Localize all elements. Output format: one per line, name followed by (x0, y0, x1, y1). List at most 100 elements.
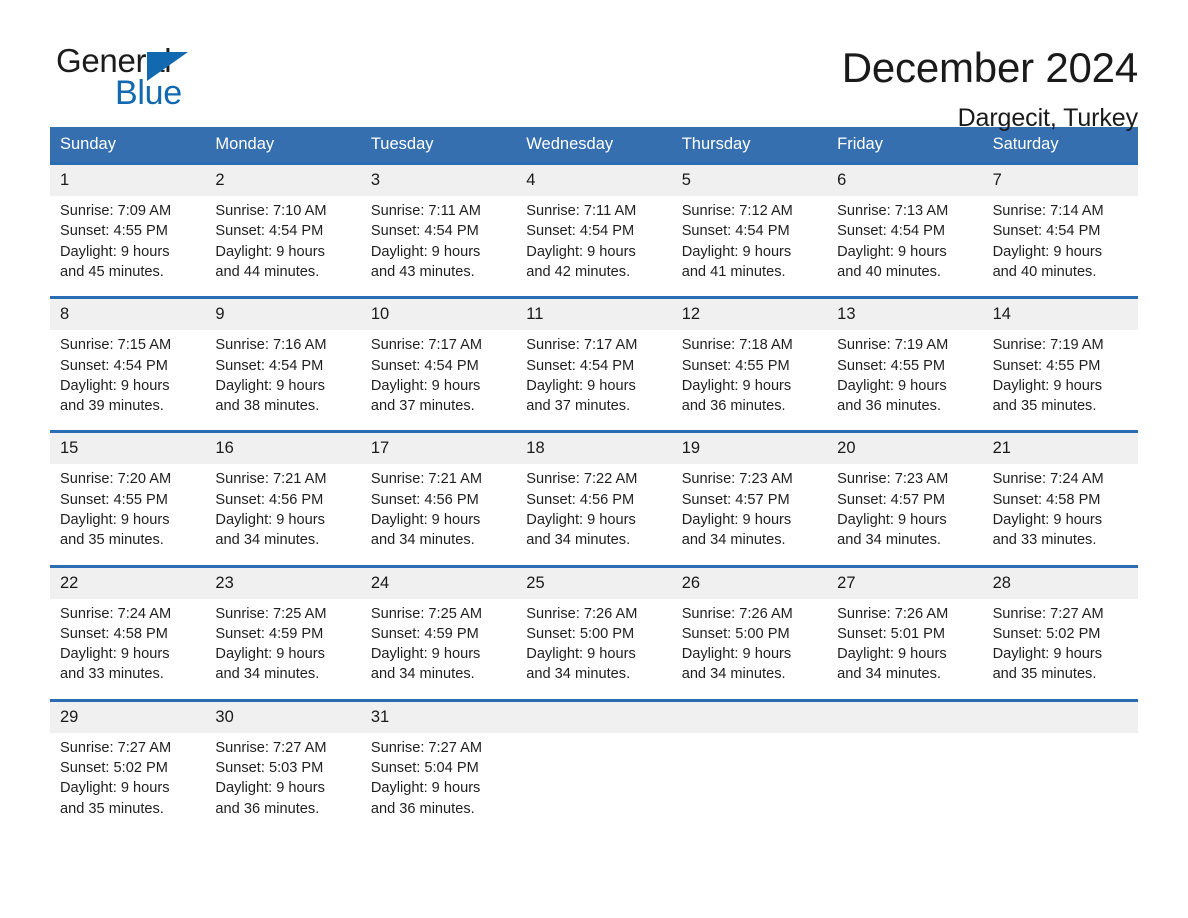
daylight-text-line2: and 34 minutes. (681, 666, 786, 683)
day-cell: Sunrise: 7:21 AM Sunset: 4:56 PM Dayligh… (361, 469, 516, 550)
sunset-text: Sunset: 5:02 PM (992, 625, 1101, 642)
day-number: 4 (526, 171, 536, 190)
sunset-text: Sunset: 4:54 PM (837, 223, 946, 240)
sunrise-text: Sunrise: 7:21 AM (370, 471, 482, 488)
daylight-text-line2: and 40 minutes. (837, 264, 941, 280)
day-number-empty (983, 702, 1138, 733)
day-number-band: 1 2 3 4 5 6 7 (50, 165, 1138, 197)
day-number: 3 (370, 171, 381, 190)
daylight-text-line2: and 42 minutes. (526, 264, 631, 280)
sunset-text: Sunset: 4:54 PM (370, 223, 479, 240)
day-cell: Sunrise: 7:10 AM Sunset: 4:54 PM Dayligh… (205, 201, 360, 282)
day-cell: Sunrise: 7:27 AM Sunset: 5:02 PM Dayligh… (983, 604, 1138, 685)
day-cell: Sunrise: 7:11 AM Sunset: 4:54 PM Dayligh… (361, 201, 516, 282)
day-number: 9 (215, 305, 225, 324)
day-number: 1 (60, 171, 70, 190)
daylight-text-line1: Daylight: 9 hours (370, 646, 481, 663)
calendar-week-row: 15 16 17 18 19 20 21 Sunrise: 7:20 AM Su… (50, 430, 1138, 565)
sunrise-text: Sunrise: 7:26 AM (526, 605, 638, 622)
sunset-text: Sunset: 5:01 PM (837, 625, 946, 642)
day-detail-row: Sunrise: 7:15 AM Sunset: 4:54 PM Dayligh… (50, 330, 1138, 431)
day-cell: Sunrise: 7:22 AM Sunset: 4:56 PM Dayligh… (516, 469, 671, 550)
daylight-text-line2: and 35 minutes. (60, 800, 164, 817)
day-number: 6 (837, 171, 847, 190)
sunrise-text: Sunrise: 7:25 AM (215, 605, 327, 622)
day-cell: Sunrise: 7:15 AM Sunset: 4:54 PM Dayligh… (50, 335, 205, 416)
sunrise-text: Sunrise: 7:23 AM (837, 471, 949, 488)
sunrise-text: Sunrise: 7:17 AM (526, 337, 638, 354)
day-cell: Sunrise: 7:24 AM Sunset: 4:58 PM Dayligh… (983, 469, 1138, 550)
daylight-text-line1: Daylight: 9 hours (526, 646, 636, 663)
sunset-text: Sunset: 4:57 PM (837, 491, 946, 508)
calendar-grid: Sunday Monday Tuesday Wednesday Thursday… (50, 127, 1138, 833)
day-cell-empty (827, 738, 982, 819)
daylight-text-line1: Daylight: 9 hours (837, 512, 947, 529)
day-number: 8 (60, 305, 70, 324)
day-number: 22 (60, 573, 79, 592)
daylight-text-line2: and 37 minutes. (370, 398, 475, 415)
day-cell: Sunrise: 7:25 AM Sunset: 4:59 PM Dayligh… (361, 604, 516, 685)
daylight-text-line2: and 45 minutes. (60, 264, 164, 280)
daylight-text-line2: and 44 minutes. (215, 264, 320, 280)
sunset-text: Sunset: 5:00 PM (526, 625, 635, 642)
sunrise-text: Sunrise: 7:13 AM (837, 203, 949, 220)
daylight-text-line1: Daylight: 9 hours (60, 780, 170, 797)
sunrise-text: Sunrise: 7:10 AM (215, 203, 327, 220)
day-cell: Sunrise: 7:17 AM Sunset: 4:54 PM Dayligh… (516, 335, 671, 416)
daylight-text-line1: Daylight: 9 hours (837, 377, 947, 394)
daylight-text-line1: Daylight: 9 hours (837, 243, 947, 260)
calendar-week-row: 8 9 10 11 12 13 14 Sunrise: 7:15 AM Suns… (50, 296, 1138, 431)
daylight-text-line2: and 36 minutes. (837, 398, 941, 415)
day-number: 27 (837, 573, 856, 592)
daylight-text-line1: Daylight: 9 hours (526, 243, 636, 260)
daylight-text-line2: and 35 minutes. (992, 398, 1097, 415)
daylight-text-line2: and 37 minutes. (526, 398, 631, 415)
sunrise-text: Sunrise: 7:27 AM (60, 739, 172, 756)
daylight-text-line2: and 38 minutes. (215, 398, 320, 415)
sunrise-text: Sunrise: 7:27 AM (992, 605, 1104, 622)
daylight-text-line1: Daylight: 9 hours (60, 377, 170, 394)
sunrise-text: Sunrise: 7:12 AM (681, 203, 793, 220)
daylight-text-line1: Daylight: 9 hours (60, 512, 170, 529)
daylight-text-line1: Daylight: 9 hours (681, 243, 792, 260)
day-number: 21 (992, 439, 1011, 458)
daylight-text-line1: Daylight: 9 hours (60, 646, 170, 663)
daylight-text-line1: Daylight: 9 hours (992, 512, 1103, 529)
sunset-text: Sunset: 4:55 PM (681, 357, 790, 374)
daylight-text-line2: and 36 minutes. (681, 398, 786, 415)
sunset-text: Sunset: 5:03 PM (215, 760, 324, 777)
sunrise-text: Sunrise: 7:26 AM (837, 605, 949, 622)
day-cell: Sunrise: 7:24 AM Sunset: 4:58 PM Dayligh… (50, 604, 205, 685)
daylight-text-line1: Daylight: 9 hours (370, 780, 481, 797)
sunset-text: Sunset: 4:59 PM (370, 625, 479, 642)
calendar-page: General Blue December 2024 Dargecit, Tur… (0, 0, 1188, 918)
weekday-header-saturday: Saturday (992, 135, 1059, 153)
day-cell: Sunrise: 7:12 AM Sunset: 4:54 PM Dayligh… (672, 201, 827, 282)
day-cell: Sunrise: 7:11 AM Sunset: 4:54 PM Dayligh… (516, 201, 671, 282)
daylight-text-line2: and 34 minutes. (526, 532, 631, 549)
day-number: 11 (526, 305, 544, 324)
daylight-text-line1: Daylight: 9 hours (215, 780, 325, 797)
day-detail-row: Sunrise: 7:09 AM Sunset: 4:55 PM Dayligh… (50, 196, 1138, 297)
daylight-text-line2: and 34 minutes. (215, 666, 320, 683)
day-detail-row: Sunrise: 7:27 AM Sunset: 5:02 PM Dayligh… (50, 732, 1138, 833)
sunset-text: Sunset: 4:56 PM (526, 491, 635, 508)
day-cell: Sunrise: 7:13 AM Sunset: 4:54 PM Dayligh… (827, 201, 982, 282)
daylight-text-line2: and 34 minutes. (681, 532, 786, 549)
day-number: 24 (370, 573, 390, 592)
daylight-text-line1: Daylight: 9 hours (370, 377, 481, 394)
daylight-text-line1: Daylight: 9 hours (992, 377, 1103, 394)
day-number: 25 (526, 573, 545, 592)
daylight-text-line2: and 34 minutes. (370, 666, 475, 683)
sunrise-text: Sunrise: 7:27 AM (370, 739, 482, 756)
daylight-text-line1: Daylight: 9 hours (215, 512, 325, 529)
daylight-text-line2: and 35 minutes. (60, 532, 164, 549)
day-number: 14 (992, 305, 1011, 324)
sunrise-text: Sunrise: 7:16 AM (215, 337, 327, 354)
day-number: 16 (215, 439, 234, 458)
calendar-week-row: 22 23 24 25 26 27 28 Sunrise: 7:24 AM Su… (50, 564, 1138, 699)
day-number-band: 15 16 17 18 19 20 21 (50, 433, 1138, 465)
day-number: 23 (215, 573, 234, 592)
day-number: 19 (681, 439, 701, 458)
weekday-header-row: Sunday Monday Tuesday Wednesday Thursday… (50, 127, 1138, 163)
